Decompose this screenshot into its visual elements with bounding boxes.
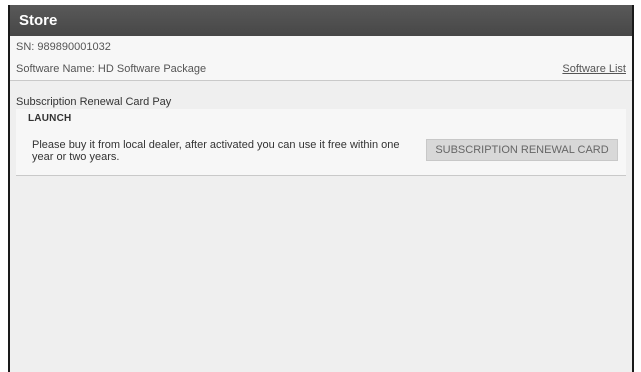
purchase-description: Please buy it from local dealer, after a… <box>32 139 400 163</box>
window-title: Store <box>19 12 58 29</box>
subscription-renewal-card-button[interactable]: SUBSCRIPTION RENEWAL CARD <box>426 139 618 161</box>
brand-label: LAUNCH <box>28 113 72 124</box>
software-name: Software Name: HD Software Package <box>16 63 207 75</box>
window-title-bar: Store <box>10 5 632 36</box>
serial-number-row: SN: 989890001032 <box>16 36 626 58</box>
software-name-row: Software Name: HD Software Package Softw… <box>16 58 626 80</box>
subscription-card: LAUNCH Please buy it from local dealer, … <box>16 109 626 176</box>
serial-number: SN: 989890001032 <box>16 41 111 53</box>
card-body: Please buy it from local dealer, after a… <box>16 127 626 163</box>
section-title: Subscription Renewal Card Pay <box>16 96 172 108</box>
software-list-link[interactable]: Software List <box>562 58 626 80</box>
device-info: SN: 989890001032 Software Name: HD Softw… <box>10 36 632 81</box>
store-window: Store SN: 989890001032 Software Name: HD… <box>8 5 634 372</box>
